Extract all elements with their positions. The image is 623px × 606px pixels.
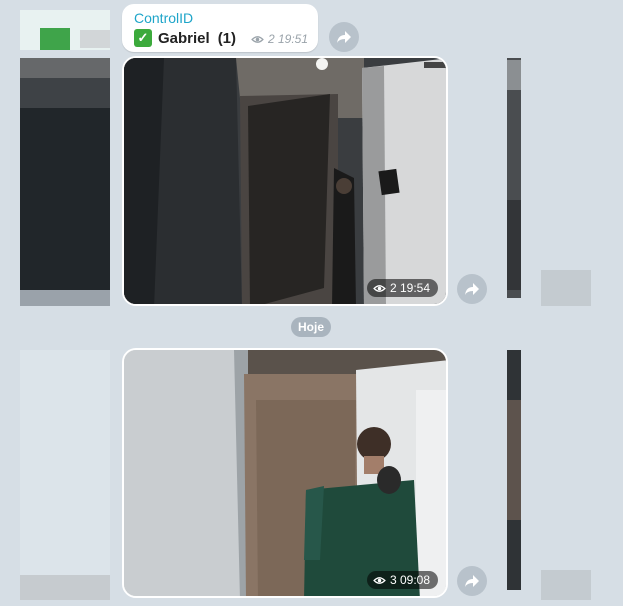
blurred-right-panel <box>505 0 623 606</box>
sender-name[interactable]: ControlID <box>134 10 193 26</box>
message-name: Gabriel <box>158 29 210 47</box>
media-views: 2 <box>389 281 397 295</box>
message-time: 19:51 <box>277 32 308 46</box>
message-bubble[interactable]: ControlID ✓ Gabriel (1) 2 19:51 <box>122 4 318 52</box>
eye-icon <box>373 576 386 584</box>
message-meta: 2 19:51 <box>251 32 308 46</box>
media-time: 19:54 <box>399 281 430 295</box>
forward-arrow-icon <box>465 283 479 295</box>
eye-icon <box>373 284 386 292</box>
date-separator: Hoje <box>291 317 332 337</box>
media-time: 09:08 <box>399 573 430 587</box>
media-views-time: 3 09:08 <box>366 571 438 589</box>
video-frame-person-at-door <box>124 350 446 596</box>
message-count: (1) <box>217 29 237 47</box>
media-views: 3 <box>389 573 397 587</box>
video-thumbnail[interactable]: 2 19:54 <box>122 56 448 306</box>
green-check-icon: ✓ <box>134 29 152 47</box>
eye-icon <box>251 35 264 43</box>
forward-button[interactable] <box>457 566 487 596</box>
forward-arrow-icon <box>465 575 479 587</box>
forward-arrow-icon <box>337 31 351 43</box>
blurred-left-panel <box>0 0 118 606</box>
message-views: 2 <box>267 32 275 46</box>
forward-button[interactable] <box>457 274 487 304</box>
forward-button[interactable] <box>329 22 359 52</box>
message-text: ✓ Gabriel (1) <box>134 29 236 47</box>
video-thumbnail[interactable]: 3 09:08 <box>122 348 448 598</box>
video-frame-hallway-door <box>124 58 446 304</box>
media-views-time: 2 19:54 <box>366 279 438 297</box>
